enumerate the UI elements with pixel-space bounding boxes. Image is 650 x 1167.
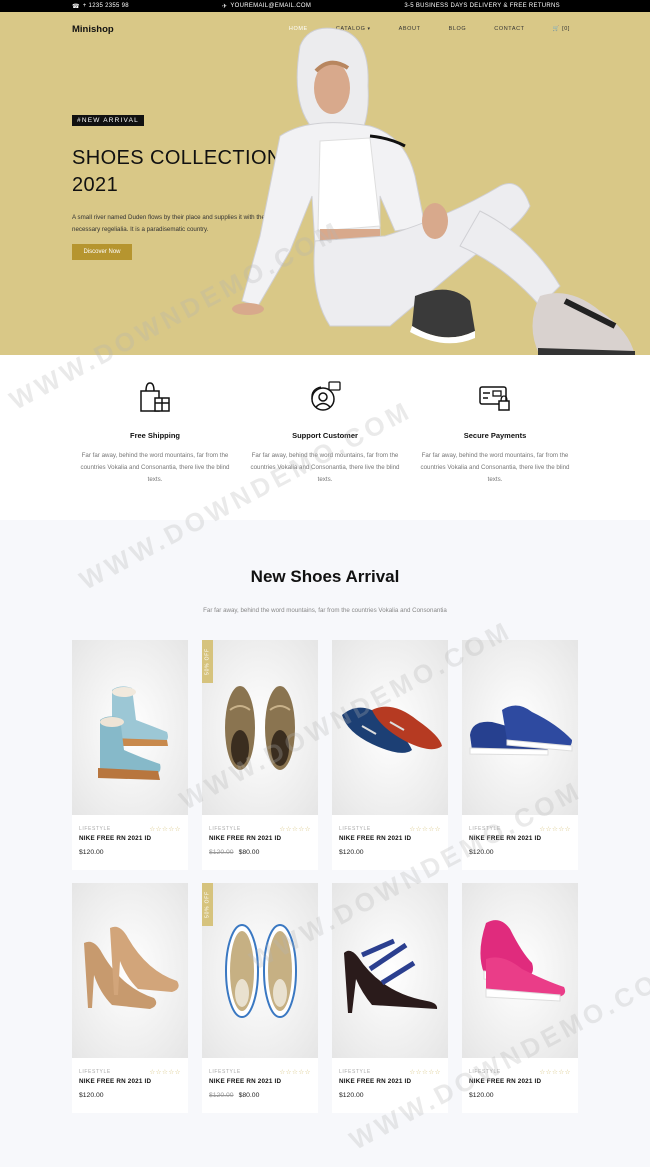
- product-price: $120.00: [339, 1092, 364, 1099]
- discount-badge: 50% OFF: [202, 640, 213, 683]
- product-name[interactable]: NIKE FREE RN 2021 ID: [209, 835, 281, 842]
- product-price: $120.00 $80.00: [209, 1092, 260, 1099]
- star-rating: ☆☆☆☆☆: [539, 1069, 571, 1076]
- product-card[interactable]: LIFESTYLE ☆☆☆☆☆ NIKE FREE RN 2021 ID $12…: [332, 883, 448, 1113]
- gift-bag-icon: [135, 377, 175, 417]
- product-image-ankle-boots[interactable]: [72, 640, 188, 815]
- feature-title: Free Shipping: [129, 431, 180, 440]
- product-category: LIFESTYLE: [339, 1069, 371, 1075]
- product-category: LIFESTYLE: [209, 826, 241, 832]
- secure-payment-icon: [475, 377, 515, 417]
- top-bar: ☎ + 1235 2355 98 ✈ YOUREMAIL@EMAIL.COM 3…: [0, 0, 650, 12]
- product-name[interactable]: NIKE FREE RN 2021 ID: [469, 1078, 541, 1085]
- product-name[interactable]: NIKE FREE RN 2021 ID: [209, 1078, 281, 1085]
- product-category: LIFESTYLE: [469, 1069, 501, 1075]
- product-card[interactable]: 50% OFF LIFESTYLE ☆☆☆☆☆ NIKE FREE RN 202…: [202, 640, 318, 870]
- feature-secure-payments: Secure Payments Far far away, behind the…: [420, 377, 570, 520]
- star-rating: ☆☆☆☆☆: [539, 826, 571, 833]
- discount-badge: 50% OFF: [202, 883, 213, 926]
- product-price: $120.00: [339, 849, 364, 856]
- product-card[interactable]: LIFESTYLE ☆☆☆☆☆ NIKE FREE RN 2021 ID $12…: [332, 640, 448, 870]
- product-category: LIFESTYLE: [79, 826, 111, 832]
- product-image-nude-pumps[interactable]: [72, 883, 188, 1058]
- feature-description: Far far away, behind the word mountains,…: [80, 452, 230, 483]
- brand-logo[interactable]: Minishop: [72, 24, 114, 35]
- product-image-blue-sneakers[interactable]: [462, 640, 578, 815]
- section-title: New Shoes Arrival: [250, 567, 400, 586]
- hero-section: Minishop HOME CATALOG ▾ ABOUT BLOG CONTAC…: [0, 12, 650, 355]
- product-card[interactable]: LIFESTYLE ☆☆☆☆☆ NIKE FREE RN 2021 ID $12…: [462, 883, 578, 1113]
- section-subtitle: Far far away, behind the word mountains,…: [203, 607, 447, 614]
- product-category: LIFESTYLE: [469, 826, 501, 832]
- star-rating: ☆☆☆☆☆: [409, 826, 441, 833]
- phone-info: ☎ + 1235 2355 98: [72, 3, 129, 10]
- old-price: $120.00: [209, 1092, 234, 1099]
- product-name[interactable]: NIKE FREE RN 2021 ID: [79, 1078, 151, 1085]
- product-name[interactable]: NIKE FREE RN 2021 ID: [339, 1078, 411, 1085]
- feature-title: Support Customer: [292, 431, 358, 440]
- product-image-loafers[interactable]: [332, 640, 448, 815]
- feature-description: Far far away, behind the word mountains,…: [250, 452, 400, 483]
- hero-model-image: [232, 27, 635, 355]
- product-grid: LIFESTYLE ☆☆☆☆☆ NIKE FREE RN 2021 ID $12…: [72, 640, 579, 1113]
- product-price: $120.00: [79, 1092, 104, 1099]
- support-agent-icon: [305, 377, 345, 417]
- product-name[interactable]: NIKE FREE RN 2021 ID: [339, 835, 411, 842]
- product-image-canvas-sneakers[interactable]: 50% OFF: [202, 883, 318, 1058]
- feature-free-shipping: Free Shipping Far far away, behind the w…: [80, 377, 230, 520]
- product-name[interactable]: NIKE FREE RN 2021 ID: [469, 835, 541, 842]
- product-category: LIFESTYLE: [339, 826, 371, 832]
- new-arrival-badge: #NEW ARRIVAL: [72, 115, 144, 126]
- product-card[interactable]: LIFESTYLE ☆☆☆☆☆ NIKE FREE RN 2021 ID $12…: [72, 883, 188, 1113]
- star-rating: ☆☆☆☆☆: [279, 1069, 311, 1076]
- star-rating: ☆☆☆☆☆: [409, 1069, 441, 1076]
- products-section: New Shoes Arrival Far far away, behind t…: [0, 520, 650, 1167]
- phone-icon: ☎: [72, 3, 80, 10]
- product-price: $120.00: [469, 849, 494, 856]
- feature-title: Secure Payments: [463, 431, 527, 440]
- feature-support-customer: Support Customer Far far away, behind th…: [250, 377, 400, 520]
- product-image-suede-boat-shoes[interactable]: 50% OFF: [202, 640, 318, 815]
- star-rating: ☆☆☆☆☆: [149, 1069, 181, 1076]
- paper-plane-icon: ✈: [222, 3, 228, 10]
- product-price: $120.00: [79, 849, 104, 856]
- feature-description: Far far away, behind the word mountains,…: [420, 452, 570, 483]
- product-card[interactable]: LIFESTYLE ☆☆☆☆☆ NIKE FREE RN 2021 ID $12…: [72, 640, 188, 870]
- delivery-notice: 3-5 BUSINESS DAYS DELIVERY & FREE RETURN…: [404, 3, 560, 9]
- discover-now-button[interactable]: Discover Now: [72, 244, 132, 260]
- email-address[interactable]: YOUREMAIL@EMAIL.COM: [230, 3, 311, 9]
- product-image-pink-runners[interactable]: [462, 883, 578, 1058]
- features-section: Free Shipping Far far away, behind the w…: [0, 355, 650, 520]
- star-rating: ☆☆☆☆☆: [279, 826, 311, 833]
- product-price: $120.00 $80.00: [209, 849, 260, 856]
- product-name[interactable]: NIKE FREE RN 2021 ID: [79, 835, 151, 842]
- old-price: $120.00: [209, 849, 234, 856]
- star-rating: ☆☆☆☆☆: [149, 826, 181, 833]
- email-info[interactable]: ✈ YOUREMAIL@EMAIL.COM: [222, 3, 311, 10]
- product-card[interactable]: LIFESTYLE ☆☆☆☆☆ NIKE FREE RN 2021 ID $12…: [462, 640, 578, 870]
- product-category: LIFESTYLE: [79, 1069, 111, 1075]
- product-category: LIFESTYLE: [209, 1069, 241, 1075]
- product-image-strappy-heels[interactable]: [332, 883, 448, 1058]
- product-card[interactable]: 50% OFF LIFESTYLE ☆☆☆☆☆ NIKE FREE RN 202…: [202, 883, 318, 1113]
- phone-number: + 1235 2355 98: [82, 3, 129, 9]
- product-price: $120.00: [469, 1092, 494, 1099]
